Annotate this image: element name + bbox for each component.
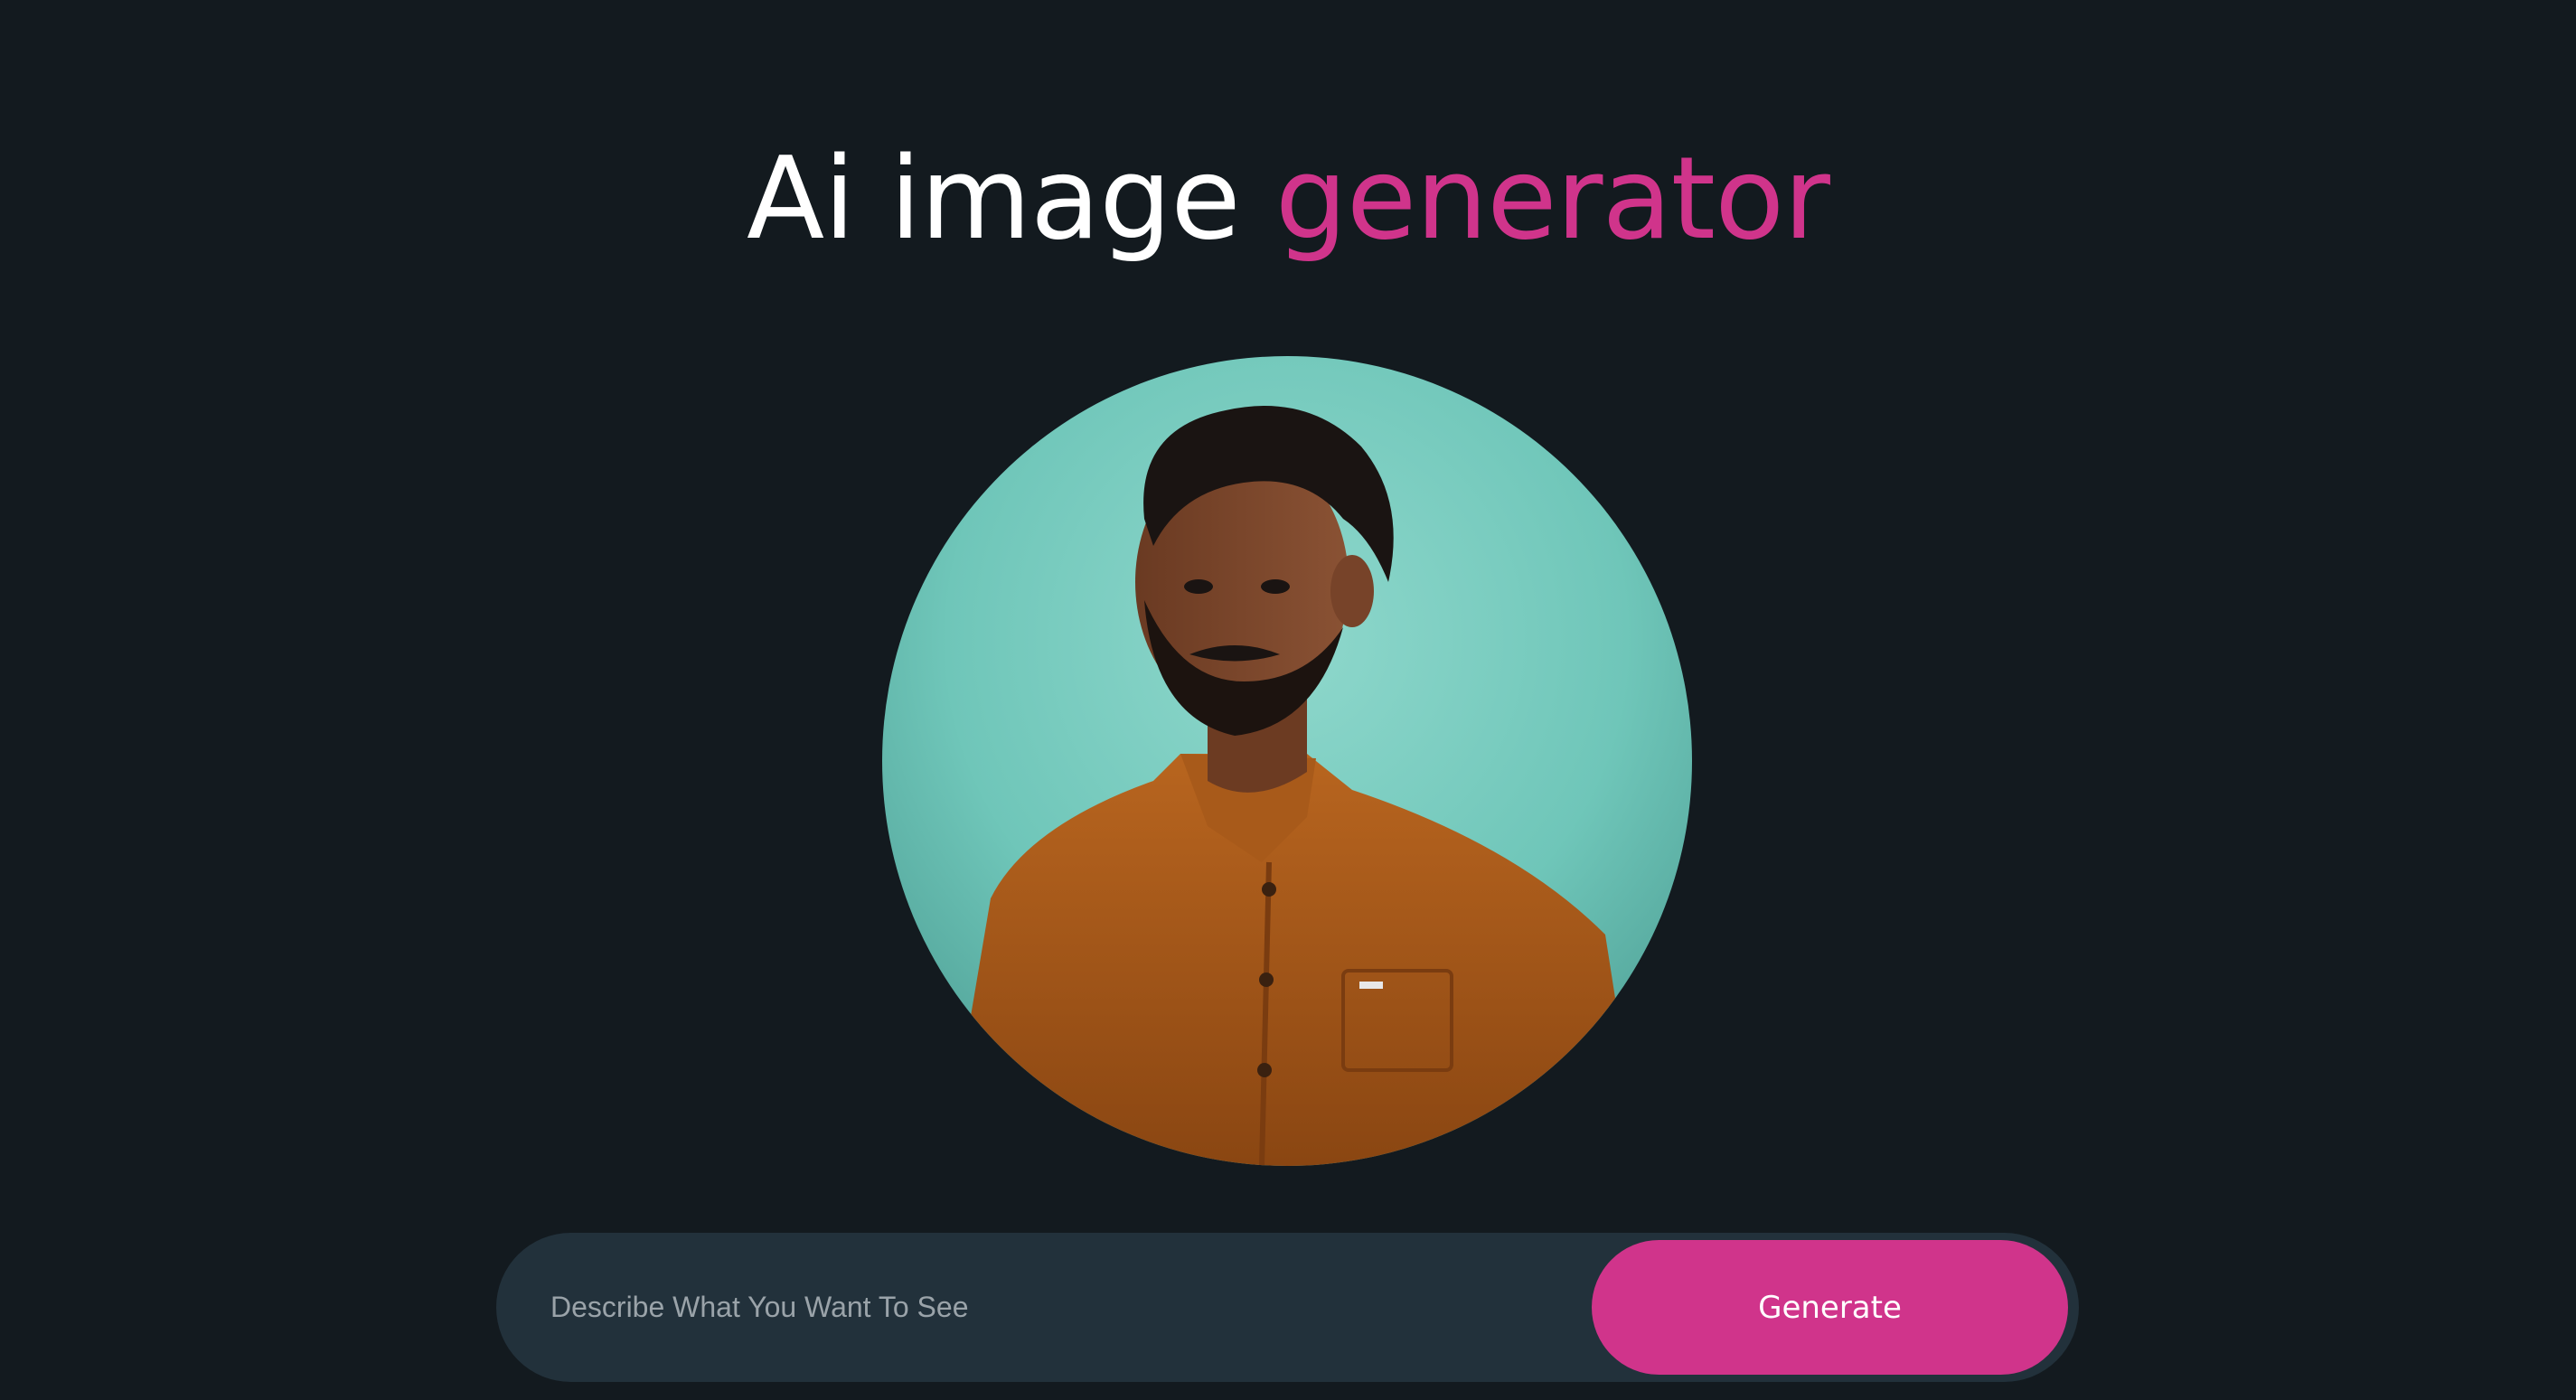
title-accent: generator: [1274, 132, 1830, 265]
title-main: Ai image: [747, 132, 1275, 265]
page-title: Ai image generator: [0, 127, 2576, 271]
generated-image: [882, 356, 1692, 1166]
prompt-bar: Generate: [496, 1233, 2079, 1382]
prompt-input[interactable]: [550, 1233, 1545, 1382]
generate-button[interactable]: Generate: [1592, 1240, 2068, 1375]
